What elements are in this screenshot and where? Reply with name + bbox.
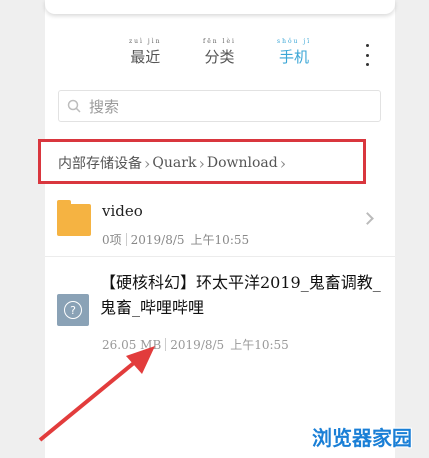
folder-count: 0项 [102,233,122,247]
search-icon [67,99,81,113]
file-name: 【硬核科幻】环太平洋2019_鬼畜调教_鬼畜_哔哩哔哩 [100,273,381,317]
tab-recent-label: 最近 [130,48,161,66]
file-time: 上午10:55 [230,338,289,352]
meta-divider [125,233,127,246]
breadcrumb-separator-icon: › [144,153,151,173]
folder-icon [57,200,91,236]
tab-bar: zuì jìn 最近 fēn lèi 分类 shǒu jī 手机 [45,38,395,78]
top-card-edge [45,0,395,14]
row-divider [45,256,395,257]
folder-date: 2019/8/5 [130,232,185,247]
list-item-folder[interactable]: video 0项 2019/8/5 上午10:55 [45,196,395,252]
breadcrumb-item-download[interactable]: Download [207,155,278,171]
more-options-icon[interactable] [360,44,374,66]
tab-category-label: 分类 [204,48,235,66]
breadcrumb-item-quark[interactable]: Quark [152,155,196,171]
chevron-right-icon [361,212,374,225]
tab-phone[interactable]: shǒu jī 手机 [277,38,311,74]
breadcrumb-separator-icon: › [198,153,205,173]
folder-name: video [102,202,143,220]
folder-time: 上午10:55 [190,233,250,247]
folder-meta: 0项 2019/8/5 上午10:55 [102,231,249,248]
breadcrumb-item-internal-storage[interactable]: 内部存储设备 [58,153,142,173]
tab-recent[interactable]: zuì jìn 最近 [129,38,162,74]
file-date: 2019/8/5 [170,337,225,352]
annotation-arrow-icon [38,346,155,442]
unknown-file-icon: ? [57,294,89,326]
breadcrumb-separator-icon: › [279,153,287,173]
search-placeholder: 搜索 [89,97,120,116]
breadcrumb: 内部存储设备 › Quark › Download › [58,152,288,174]
watermark-logo: 浏览器家园 [312,426,412,450]
search-input[interactable]: 搜索 [58,90,381,122]
tab-category[interactable]: fēn lèi 分类 [203,38,236,74]
tab-phone-label: 手机 [279,48,310,66]
meta-divider [165,338,167,351]
